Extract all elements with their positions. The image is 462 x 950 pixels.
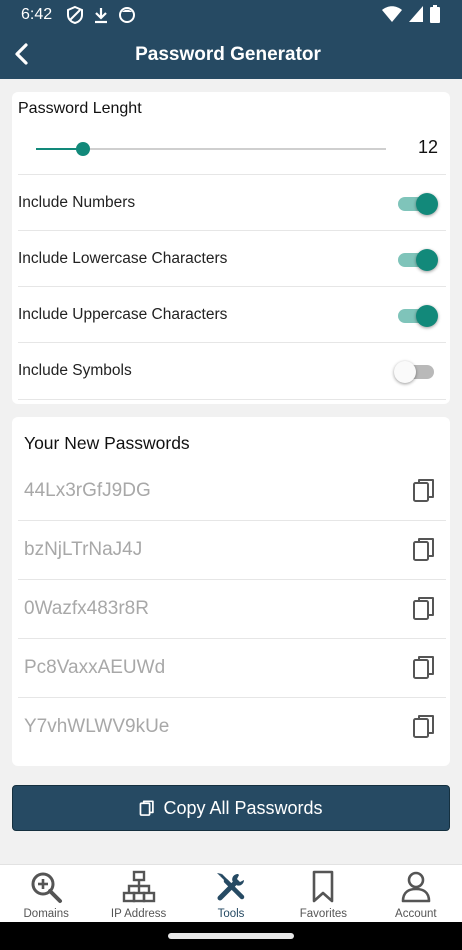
password-text[interactable]: Y7vhWLWV9kUe xyxy=(24,716,169,738)
nav-label: Account xyxy=(395,908,437,920)
nav-label: Tools xyxy=(217,908,245,920)
include-symbols-switch[interactable] xyxy=(394,361,434,383)
tools-icon xyxy=(217,873,245,901)
option-label: Include Symbols xyxy=(18,362,132,379)
option-label: Include Lowercase Characters xyxy=(18,250,228,267)
download-icon xyxy=(95,8,107,24)
copy-icon[interactable] xyxy=(412,714,436,740)
password-length-label: Password Lenght xyxy=(18,100,142,117)
divider xyxy=(18,399,446,400)
password-text[interactable]: 0Wazfx483r8R xyxy=(24,598,149,620)
passwords-title: Your New Passwords xyxy=(24,433,190,453)
include-uppercase-switch[interactable] xyxy=(398,305,438,327)
status-left-icons xyxy=(66,5,136,25)
page-title: Password Generator xyxy=(135,44,321,65)
switch-knob xyxy=(416,249,438,271)
app-bar: Password Generator xyxy=(0,30,462,79)
status-right-icons xyxy=(382,5,440,23)
include-numbers-switch[interactable] xyxy=(398,193,438,215)
copy-icon[interactable] xyxy=(412,655,436,681)
option-include-lowercase: Include Lowercase Characters xyxy=(18,230,446,287)
password-text[interactable]: Pc8VaxxAEUWd xyxy=(24,657,165,679)
password-length-slider[interactable] xyxy=(36,142,386,156)
password-row: Y7vhWLWV9kUe xyxy=(18,698,446,757)
home-indicator[interactable] xyxy=(168,933,294,939)
passwords-card: Your New Passwords 44Lx3rGfJ9DG bzNjLTrN… xyxy=(12,417,450,766)
bottom-nav: Domains IP Address Tools Favorites Accou… xyxy=(0,864,462,922)
nav-label: Domains xyxy=(23,908,69,920)
password-row: bzNjLTrNaJ4J xyxy=(18,521,446,580)
nav-label: IP Address xyxy=(110,908,167,920)
password-length-value: 12 xyxy=(417,137,438,157)
password-text[interactable]: bzNjLTrNaJ4J xyxy=(24,539,142,561)
switch-knob xyxy=(416,305,438,327)
option-include-symbols: Include Symbols xyxy=(18,342,446,399)
status-bar: 6:42 xyxy=(0,0,462,30)
search-plus-icon xyxy=(31,872,63,903)
copy-icon xyxy=(140,799,155,816)
include-lowercase-switch[interactable] xyxy=(398,249,438,271)
option-include-numbers: Include Numbers xyxy=(18,174,446,231)
option-label: Include Uppercase Characters xyxy=(18,306,228,323)
settings-card: Password Lenght 12 Include Numbers Inclu… xyxy=(12,92,450,404)
nav-item-domains[interactable]: Domains xyxy=(0,865,92,922)
option-label: Include Numbers xyxy=(18,194,136,211)
nav-label: Favorites xyxy=(299,908,348,920)
gesture-bar xyxy=(0,922,462,950)
nav-item-favorites[interactable]: Favorites xyxy=(277,865,369,922)
password-row: 44Lx3rGfJ9DG xyxy=(18,462,446,521)
option-include-uppercase: Include Uppercase Characters xyxy=(18,286,446,343)
password-text[interactable]: 44Lx3rGfJ9DG xyxy=(24,480,151,502)
nav-item-account[interactable]: Account xyxy=(370,865,462,922)
signal-icon xyxy=(409,6,423,22)
wifi-icon xyxy=(382,6,402,22)
password-row: Pc8VaxxAEUWd xyxy=(18,639,446,698)
user-icon xyxy=(401,871,431,903)
face-icon xyxy=(119,7,135,23)
copy-all-label: Copy All Passwords xyxy=(163,797,323,818)
copy-icon[interactable] xyxy=(412,537,436,563)
network-icon xyxy=(122,870,155,903)
vpn-shield-icon xyxy=(67,5,83,25)
nav-item-ip-address[interactable]: IP Address xyxy=(92,865,184,922)
nav-item-tools[interactable]: Tools xyxy=(185,865,277,922)
password-row: 0Wazfx483r8R xyxy=(18,580,446,639)
switch-knob xyxy=(416,193,438,215)
battery-icon xyxy=(430,5,440,23)
slider-thumb[interactable] xyxy=(75,142,90,156)
bookmark-icon xyxy=(313,870,334,903)
copy-icon[interactable] xyxy=(412,478,436,504)
status-time: 6:42 xyxy=(21,6,53,23)
copy-icon[interactable] xyxy=(412,596,436,622)
copy-all-passwords-button[interactable]: Copy All Passwords xyxy=(12,785,450,831)
switch-knob xyxy=(394,361,416,383)
